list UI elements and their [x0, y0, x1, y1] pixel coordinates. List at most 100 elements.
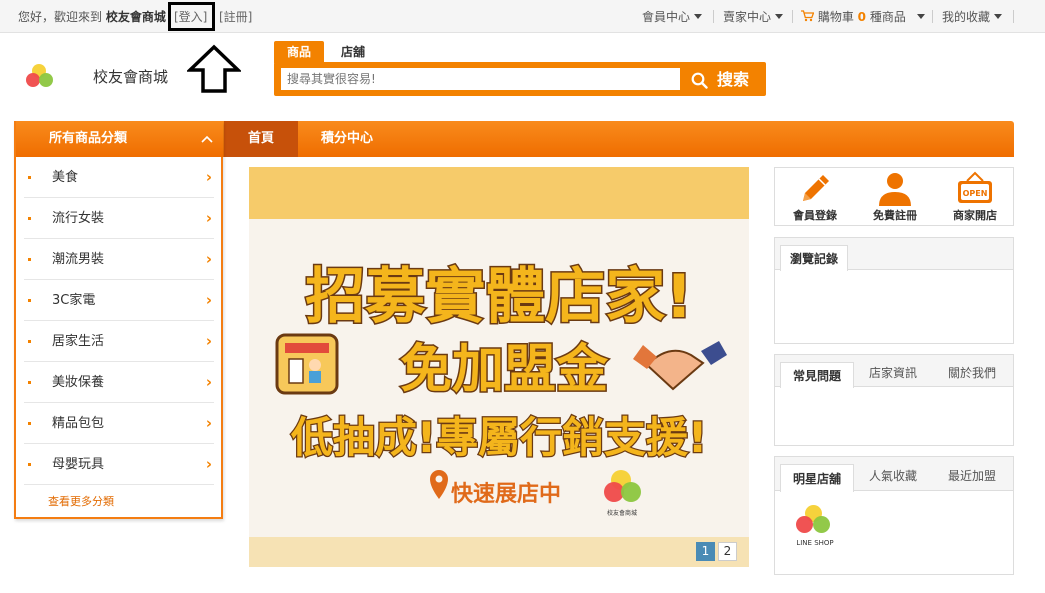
location-pin-icon — [430, 470, 448, 499]
cart-suffix: 種商品 — [869, 10, 906, 24]
info-panel: 常見問題 店家資訊 關於我們 — [774, 354, 1014, 446]
logo-dot — [813, 516, 830, 533]
quick-links-panel: 會員登錄 免費註冊 OPEN 商家開店 — [774, 167, 1014, 226]
chevron-right-icon: › — [205, 332, 212, 350]
tab-popular-favorites[interactable]: 人氣收藏 — [857, 461, 929, 491]
quick-link-label: 免費註冊 — [873, 209, 917, 222]
chevron-down-icon — [694, 14, 703, 19]
site-logo-icon[interactable] — [26, 64, 58, 90]
seller-center-menu[interactable]: 賣家中心 — [723, 9, 784, 25]
favorites-label: 我的收藏 — [942, 10, 991, 24]
category-item[interactable]: 流行女裝 › — [24, 198, 214, 239]
bullet-icon — [28, 422, 31, 425]
greeting: 您好，歡迎來到 校友會商城 — [18, 9, 166, 25]
search-input[interactable] — [281, 68, 680, 90]
search-tab-stores[interactable]: 店舖 — [328, 41, 378, 63]
quick-link-label: 商家開店 — [953, 209, 997, 222]
divider — [932, 10, 933, 23]
category-label: 3C家電 — [52, 293, 96, 308]
chevron-down-icon — [994, 14, 1003, 19]
category-item[interactable]: 美妝保養 › — [24, 362, 214, 403]
chevron-right-icon: › — [205, 373, 212, 391]
tab-store-info[interactable]: 店家資訊 — [857, 359, 929, 387]
banner-line2: 免加盟金 — [400, 340, 609, 400]
divider — [792, 10, 793, 23]
category-label: 母嬰玩具 — [52, 457, 105, 472]
category-item[interactable]: 潮流男裝 › — [24, 239, 214, 280]
more-categories-link[interactable]: 查看更多分類 — [48, 493, 114, 509]
svg-text:OPEN: OPEN — [963, 189, 988, 198]
banner-tag: 快速展店中 — [451, 481, 561, 507]
bullet-icon — [28, 299, 31, 302]
bullet-icon — [28, 381, 31, 384]
open-sign-icon: OPEN — [958, 171, 992, 203]
category-item[interactable]: 3C家電 › — [24, 280, 214, 321]
category-item[interactable]: 精品包包 › — [24, 403, 214, 444]
open-store-link[interactable]: OPEN 商家開店 — [935, 168, 1015, 226]
bullet-icon — [28, 463, 31, 466]
bullet-icon — [28, 258, 31, 261]
line-shop-store-logo[interactable]: LINE SHOP — [793, 505, 841, 551]
pen-icon — [803, 175, 829, 201]
member-center-label: 會員中心 — [642, 10, 691, 24]
promo-banner[interactable]: 招募實體店家! 免加盟金 低抽成!專屬行銷支援! 快速展店中 校友會商城 — [249, 167, 749, 567]
quick-link-label: 會員登錄 — [793, 209, 837, 222]
chevron-right-icon: › — [205, 168, 212, 186]
divider — [713, 10, 714, 23]
cart-menu[interactable]: 購物車 0 種商品 — [801, 9, 925, 25]
tab-browse-history[interactable]: 瀏覽記錄 — [780, 245, 848, 271]
category-label: 居家生活 — [52, 334, 105, 349]
chevron-right-icon: › — [205, 209, 212, 227]
search-icon — [691, 72, 708, 89]
member-center-menu[interactable]: 會員中心 — [642, 9, 703, 25]
member-login-link[interactable]: 會員登錄 — [775, 168, 855, 226]
greeting-text: 您好，歡迎來到 — [18, 10, 103, 24]
nav-tab-home[interactable]: 首頁 — [224, 121, 298, 157]
carousel-page-1[interactable]: 1 — [696, 542, 715, 561]
category-item[interactable]: 居家生活 › — [24, 321, 214, 362]
category-label: 精品包包 — [52, 416, 105, 431]
chevron-down-icon — [916, 14, 925, 19]
search-tab-products[interactable]: 商品 — [274, 41, 324, 63]
up-arrow-icon — [187, 44, 241, 93]
register-link[interactable]: [註冊] — [219, 9, 252, 25]
tab-star-stores[interactable]: 明星店舖 — [780, 464, 854, 492]
category-header[interactable]: 所有商品分類 — [16, 121, 223, 157]
user-icon — [879, 173, 911, 206]
nav-tab-points[interactable]: 積分中心 — [304, 121, 390, 157]
cart-count: 0 — [857, 10, 867, 24]
category-label: 美食 — [52, 170, 79, 185]
free-register-link[interactable]: 免費註冊 — [855, 168, 935, 226]
carousel-page-2[interactable]: 2 — [718, 542, 737, 561]
browse-history-panel: 瀏覽記錄 — [774, 237, 1014, 344]
favorites-menu[interactable]: 我的收藏 — [942, 9, 1003, 25]
category-item[interactable]: 母嬰玩具 › — [24, 444, 214, 485]
category-label: 美妝保養 — [52, 375, 105, 390]
chevron-up-icon — [201, 135, 213, 143]
category-label: 潮流男裝 — [52, 252, 105, 267]
seller-center-label: 賣家中心 — [723, 10, 772, 24]
login-highlight-box — [168, 2, 215, 31]
chevron-down-icon — [775, 14, 784, 19]
tab-recently-joined[interactable]: 最近加盟 — [935, 461, 1009, 491]
handshake-icon — [633, 341, 727, 391]
divider — [1013, 10, 1014, 23]
cart-icon — [801, 10, 815, 22]
store-logo-text: LINE SHOP — [796, 539, 834, 547]
chevron-right-icon: › — [205, 250, 212, 268]
top-bar: 您好，歡迎來到 校友會商城 [登入] [註冊] 會員中心 賣家中心 購物車 0 … — [0, 0, 1045, 33]
search-button[interactable]: 搜索 — [682, 66, 766, 94]
category-sidebar: 所有商品分類 美食 › 流行女裝 › 潮流男裝 › 3C家電 › 居家生活 › 美妝保養 ›… — [14, 121, 223, 519]
tab-about-us[interactable]: 關於我們 — [935, 359, 1009, 387]
chevron-right-icon: › — [205, 291, 212, 309]
bullet-icon — [28, 176, 31, 179]
bullet-icon — [28, 217, 31, 220]
site-name: 校友會商城 — [93, 68, 169, 86]
logo-dot — [796, 516, 813, 533]
chevron-right-icon: › — [205, 414, 212, 432]
bullet-icon — [28, 340, 31, 343]
tab-faq[interactable]: 常見問題 — [780, 362, 854, 388]
search-button-label: 搜索 — [717, 70, 750, 89]
banner-line1: 招募實體店家! — [305, 262, 692, 332]
category-item[interactable]: 美食 › — [24, 157, 214, 198]
